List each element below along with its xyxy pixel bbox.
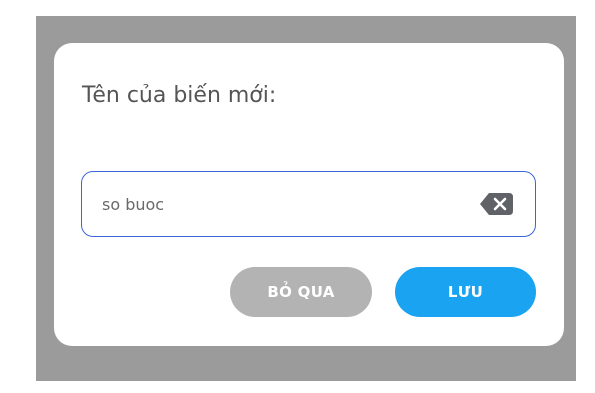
skip-button[interactable]: BỎ QUA (230, 267, 372, 317)
variable-name-field[interactable] (81, 171, 536, 237)
new-variable-dialog: Tên của biến mới: BỎ QUA LƯU (54, 43, 564, 346)
save-button[interactable]: LƯU (395, 267, 536, 317)
backspace-clear-icon[interactable] (480, 193, 513, 215)
dialog-title: Tên của biến mới: (82, 83, 277, 108)
variable-name-input[interactable] (102, 172, 472, 236)
